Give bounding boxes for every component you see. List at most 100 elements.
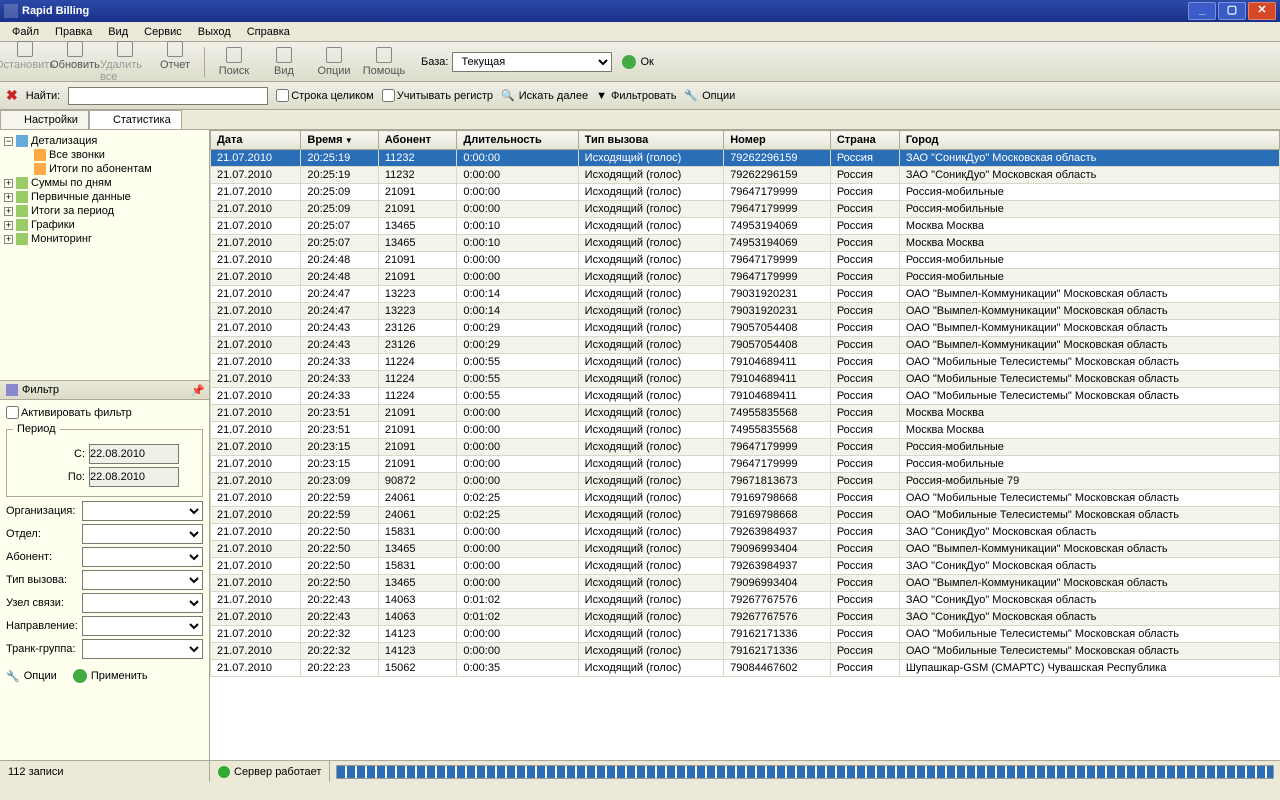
clear-search-icon[interactable]: ✖ [6,87,18,104]
filter-field[interactable] [82,616,203,636]
tab-icon [100,115,110,125]
toolbar-icon [226,47,242,63]
menu-Справка[interactable]: Справка [239,24,298,40]
toolbar-icon [17,41,33,57]
toolbar-Обновить[interactable]: Обновить [50,41,100,83]
table-row[interactable]: 21.07.201020:24:33112240:00:55Исходящий … [211,371,1280,388]
table-row[interactable]: 21.07.201020:22:23150620:00:35Исходящий … [211,660,1280,677]
table-row[interactable]: 21.07.201020:22:32141230:00:00Исходящий … [211,626,1280,643]
table-row[interactable]: 21.07.201020:22:50158310:00:00Исходящий … [211,524,1280,541]
table-row[interactable]: 21.07.201020:25:07134650:00:10Исходящий … [211,235,1280,252]
toolbar-Отчет[interactable]: Отчет [150,41,200,83]
search-input[interactable] [68,87,268,105]
table-row[interactable]: 21.07.201020:25:19112320:00:00Исходящий … [211,150,1280,167]
table-row[interactable]: 21.07.201020:22:43140630:01:02Исходящий … [211,609,1280,626]
filter-field[interactable] [82,570,203,590]
toolbar-Поиск[interactable]: Поиск [209,47,259,77]
col-Номер[interactable]: Номер [724,131,831,150]
menu-Файл[interactable]: Файл [4,24,47,40]
toolbar-Остановить[interactable]: Остановить [0,41,50,83]
pin-icon[interactable]: 📌 [191,384,203,396]
node-icon [16,191,28,203]
tab-Настройки[interactable]: Настройки [0,110,89,129]
search-next-button[interactable]: 🔍 Искать далее [501,89,588,102]
tree-node[interactable]: +Первичные данные [4,190,205,204]
base-combo[interactable]: Текущая [452,52,612,72]
table-row[interactable]: 21.07.201020:22:59240610:02:25Исходящий … [211,507,1280,524]
node-icon [16,233,28,245]
menu-Выход[interactable]: Выход [190,24,239,40]
col-Город[interactable]: Город [899,131,1279,150]
ok-button[interactable]: Ок [622,55,653,69]
menu-Сервис[interactable]: Сервис [136,24,190,40]
node-icon [16,205,28,217]
table-row[interactable]: 21.07.201020:23:51210910:00:00Исходящий … [211,405,1280,422]
table-row[interactable]: 21.07.201020:25:07134650:00:10Исходящий … [211,218,1280,235]
maximize-button[interactable]: ▢ [1218,2,1246,20]
tree-node[interactable]: +Графики [4,218,205,232]
toolbar-Удалить все[interactable]: Удалить все [100,41,150,83]
col-Тип вызова[interactable]: Тип вызова [578,131,724,150]
date-from[interactable] [89,444,179,464]
table-row[interactable]: 21.07.201020:23:51210910:00:00Исходящий … [211,422,1280,439]
col-Страна[interactable]: Страна [830,131,899,150]
table-row[interactable]: 21.07.201020:22:50134650:00:00Исходящий … [211,541,1280,558]
col-Время[interactable]: Время [301,131,378,150]
case-checkbox[interactable]: Учитывать регистр [382,89,493,102]
col-Длительность[interactable]: Длительность [457,131,578,150]
table-row[interactable]: 21.07.201020:22:50158310:00:00Исходящий … [211,558,1280,575]
table-row[interactable]: 21.07.201020:24:43231260:00:29Исходящий … [211,320,1280,337]
table-row[interactable]: 21.07.201020:24:48210910:00:00Исходящий … [211,252,1280,269]
minimize-button[interactable]: _ [1188,2,1216,20]
filter-field[interactable] [82,639,203,659]
toolbar-Опции[interactable]: Опции [309,47,359,77]
tree-node[interactable]: +Суммы по дням [4,176,205,190]
search-options-button[interactable]: 🔧 Опции [684,89,735,102]
search-label: Найти: [26,90,60,102]
toolbar-Помощь[interactable]: Помощь [359,47,409,77]
toolbar-Вид[interactable]: Вид [259,47,309,77]
table-row[interactable]: 21.07.201020:24:48210910:00:00Исходящий … [211,269,1280,286]
menu-Правка[interactable]: Правка [47,24,100,40]
table-row[interactable]: 21.07.201020:23:09908720:00:00Исходящий … [211,473,1280,490]
activate-filter-checkbox[interactable]: Активировать фильтр [6,406,203,419]
table-row[interactable]: 21.07.201020:23:15210910:00:00Исходящий … [211,439,1280,456]
apply-button[interactable]: Применить [73,669,148,683]
base-label: База: [421,56,448,68]
table-row[interactable]: 21.07.201020:24:43231260:00:29Исходящий … [211,337,1280,354]
filter-field[interactable] [82,501,203,521]
tree-node[interactable]: +Итоги за период [4,204,205,218]
table-row[interactable]: 21.07.201020:25:09210910:00:00Исходящий … [211,201,1280,218]
table-row[interactable]: 21.07.201020:24:33112240:00:55Исходящий … [211,388,1280,405]
filter-field[interactable] [82,593,203,613]
table-row[interactable]: 21.07.201020:22:59240610:02:25Исходящий … [211,490,1280,507]
table-row[interactable]: 21.07.201020:23:15210910:00:00Исходящий … [211,456,1280,473]
table-row[interactable]: 21.07.201020:24:33112240:00:55Исходящий … [211,354,1280,371]
tree-node[interactable]: +Мониторинг [4,232,205,246]
table-row[interactable]: 21.07.201020:22:50134650:00:00Исходящий … [211,575,1280,592]
server-status: Сервер работает [210,761,330,782]
col-Абонент[interactable]: Абонент [378,131,457,150]
toolbar-icon [67,41,83,57]
tree-item[interactable]: Итоги по абонентам [34,162,205,176]
table-row[interactable]: 21.07.201020:25:19112320:00:00Исходящий … [211,167,1280,184]
tree-root[interactable]: −Детализация [4,134,205,148]
filter-button[interactable]: ▼ Фильтровать [596,90,676,102]
menu-Вид[interactable]: Вид [100,24,136,40]
table-row[interactable]: 21.07.201020:24:47132230:00:14Исходящий … [211,286,1280,303]
check-icon [73,669,87,683]
tab-Статистика[interactable]: Статистика [89,110,182,129]
col-Дата[interactable]: Дата [211,131,301,150]
filter-title: Фильтр [22,384,59,396]
tree-item[interactable]: Все звонки [34,148,205,162]
table-row[interactable]: 21.07.201020:24:47132230:00:14Исходящий … [211,303,1280,320]
whole-word-checkbox[interactable]: Строка целиком [276,89,374,102]
close-button[interactable]: ✕ [1248,2,1276,20]
filter-field[interactable] [82,547,203,567]
table-row[interactable]: 21.07.201020:22:43140630:01:02Исходящий … [211,592,1280,609]
date-to[interactable] [89,467,179,487]
table-row[interactable]: 21.07.201020:25:09210910:00:00Исходящий … [211,184,1280,201]
table-row[interactable]: 21.07.201020:22:32141230:00:00Исходящий … [211,643,1280,660]
filter-options-button[interactable]: 🔧 Опции [6,669,57,683]
filter-field[interactable] [82,524,203,544]
